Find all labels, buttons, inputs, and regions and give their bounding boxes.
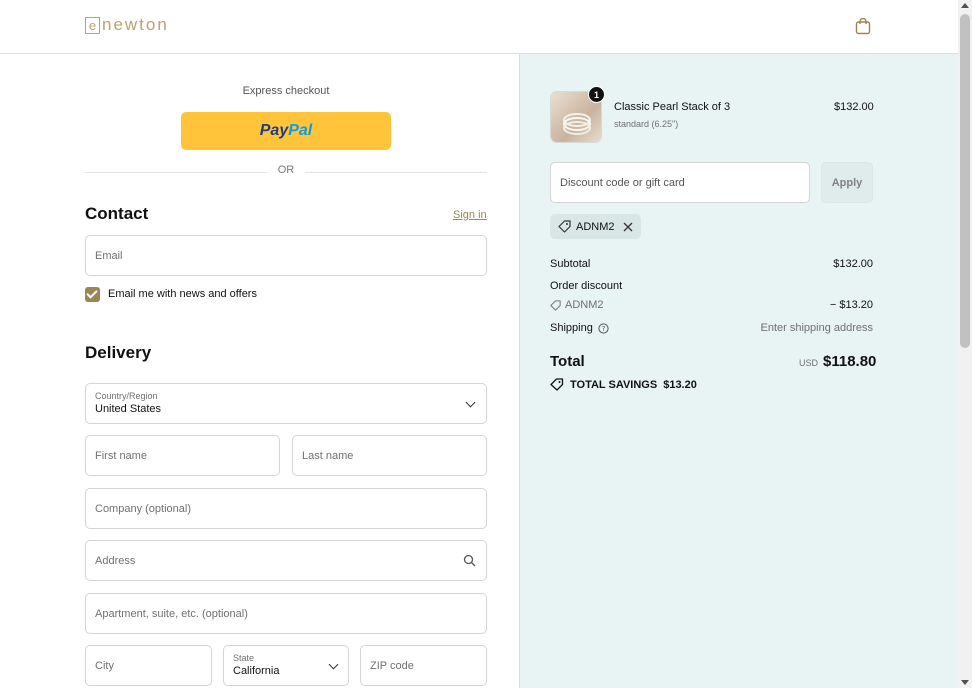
sign-in-link[interactable]: Sign in <box>453 209 487 221</box>
zip-field[interactable]: ZIP code <box>360 645 487 686</box>
order-discount-row: Order discount <box>550 280 873 292</box>
close-icon[interactable] <box>623 222 633 232</box>
quantity-badge: 1 <box>588 86 605 103</box>
or-divider: OR <box>85 164 487 180</box>
product-variant: standard (6.25") <box>614 119 679 129</box>
search-icon <box>463 554 476 567</box>
country-select[interactable]: Country/Region United States <box>85 383 487 424</box>
savings-label: TOTAL SAVINGS <box>570 378 658 391</box>
applied-code: ADNM2 <box>576 220 615 233</box>
last-name-placeholder: Last name <box>302 450 354 462</box>
scroll-up-arrow-icon[interactable] <box>961 3 969 8</box>
paypal-button[interactable]: Pay Pal <box>181 112 391 150</box>
apartment-field[interactable]: Apartment, suite, etc. (optional) <box>85 593 487 634</box>
logo-box: e <box>85 16 100 34</box>
or-text: OR <box>277 164 295 176</box>
country-value: United States <box>95 403 162 415</box>
applied-discount-chip: ADNM2 <box>550 214 641 239</box>
order-summary-panel: 1 Classic Pearl Stack of 3 standard (6.2… <box>519 54 958 688</box>
country-label: Country/Region <box>95 391 158 401</box>
order-discount-label: Order discount <box>550 280 623 292</box>
email-field[interactable]: Email <box>85 235 487 276</box>
discount-code-label: ADNM2 <box>565 299 604 311</box>
state-select[interactable]: State California <box>223 645 349 686</box>
state-label: State <box>233 653 255 663</box>
store-logo[interactable]: e newton <box>85 15 169 35</box>
chevron-down-icon <box>328 659 339 670</box>
discount-value: − $13.20 <box>829 299 873 311</box>
city-placeholder: City <box>95 660 114 672</box>
logo-text: newton <box>102 15 169 34</box>
tag-icon <box>558 220 571 233</box>
subtotal-row: Subtotal $132.00 <box>550 258 873 270</box>
state-value: California <box>233 665 280 677</box>
scrollbar[interactable] <box>958 0 972 688</box>
express-checkout-title: Express checkout <box>242 85 330 97</box>
email-placeholder: Email <box>95 250 123 262</box>
apartment-placeholder: Apartment, suite, etc. (optional) <box>95 608 248 620</box>
subtotal-value: $132.00 <box>833 258 873 270</box>
paypal-text-a: Pay <box>259 122 289 139</box>
city-field[interactable]: City <box>85 645 212 686</box>
address-placeholder: Address <box>95 555 136 567</box>
header: e newton <box>0 0 958 54</box>
chevron-down-icon <box>465 397 476 408</box>
discount-code-input[interactable]: Discount code or gift card <box>550 162 810 203</box>
tag-icon <box>550 300 561 311</box>
savings-tag-icon <box>550 378 564 391</box>
company-field[interactable]: Company (optional) <box>85 488 487 529</box>
shopping-bag-icon[interactable] <box>854 17 872 35</box>
contact-heading: Contact <box>85 204 149 223</box>
newsletter-label: Email me with news and offers <box>108 288 257 300</box>
paypal-text-b: Pal <box>288 122 313 139</box>
savings-value: $13.20 <box>663 378 697 391</box>
company-placeholder: Company (optional) <box>95 503 191 515</box>
shipping-value: Enter shipping address <box>760 322 873 334</box>
apply-discount-button[interactable]: Apply <box>821 162 873 203</box>
subtotal-label: Subtotal <box>550 258 591 270</box>
zip-placeholder: ZIP code <box>370 660 414 672</box>
product-name: Classic Pearl Stack of 3 <box>614 101 731 113</box>
currency-label: USD <box>799 358 819 368</box>
delivery-heading: Delivery <box>85 343 152 362</box>
discount-placeholder: Discount code or gift card <box>560 177 685 189</box>
newsletter-checkbox[interactable] <box>85 287 100 302</box>
shipping-label: Shipping <box>550 322 593 334</box>
checkout-form-panel: Express checkout Pay Pal OR Contact Sign … <box>0 54 519 688</box>
scroll-down-arrow-icon[interactable] <box>961 680 969 685</box>
total-label: Total <box>550 353 585 370</box>
svg-text:?: ? <box>602 325 606 333</box>
product-price: $132.00 <box>834 101 874 113</box>
last-name-field[interactable]: Last name <box>292 435 487 476</box>
total-savings: TOTAL SAVINGS $13.20 <box>550 378 697 391</box>
help-circle-icon[interactable]: ? <box>598 323 609 334</box>
first-name-placeholder: First name <box>95 450 147 462</box>
total-value: $118.80 <box>823 353 877 370</box>
address-field[interactable]: Address <box>85 540 487 581</box>
shipping-row: Shipping ? Enter shipping address <box>550 322 873 334</box>
scrollbar-thumb[interactable] <box>960 14 970 348</box>
first-name-field[interactable]: First name <box>85 435 280 476</box>
